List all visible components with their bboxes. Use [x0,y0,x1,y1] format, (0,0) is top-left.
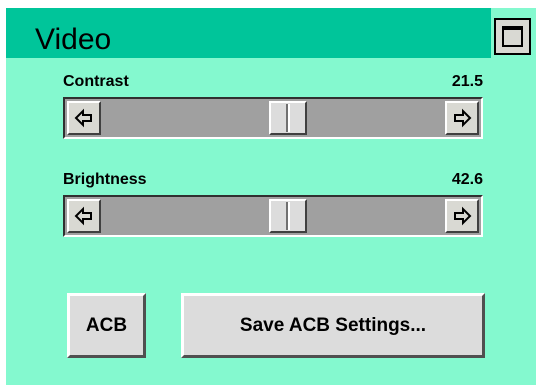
contrast-value: 21.5 [451,73,483,90]
brightness-slider[interactable] [63,195,483,237]
window-title: Video [35,23,112,56]
brightness-increase-button[interactable] [445,199,479,233]
contrast-increase-button[interactable] [445,101,479,135]
brightness-slider-thumb[interactable] [269,199,308,233]
contrast-slider-thumb[interactable] [269,101,308,135]
contrast-label: Contrast [63,73,129,90]
brightness-label: Brightness [63,171,147,188]
contrast-slider[interactable] [63,97,483,139]
arrow-left-icon [74,206,92,226]
arrow-left-icon [74,108,92,128]
maximize-icon [502,26,523,47]
maximize-button[interactable] [494,18,531,55]
brightness-decrease-button[interactable] [67,199,101,233]
brightness-value: 42.6 [451,171,483,188]
title-bar: Video [6,8,491,58]
save-acb-settings-button[interactable]: Save ACB Settings... [181,293,485,358]
arrow-right-icon [454,108,472,128]
contrast-decrease-button[interactable] [67,101,101,135]
acb-button[interactable]: ACB [67,293,146,358]
arrow-right-icon [454,206,472,226]
